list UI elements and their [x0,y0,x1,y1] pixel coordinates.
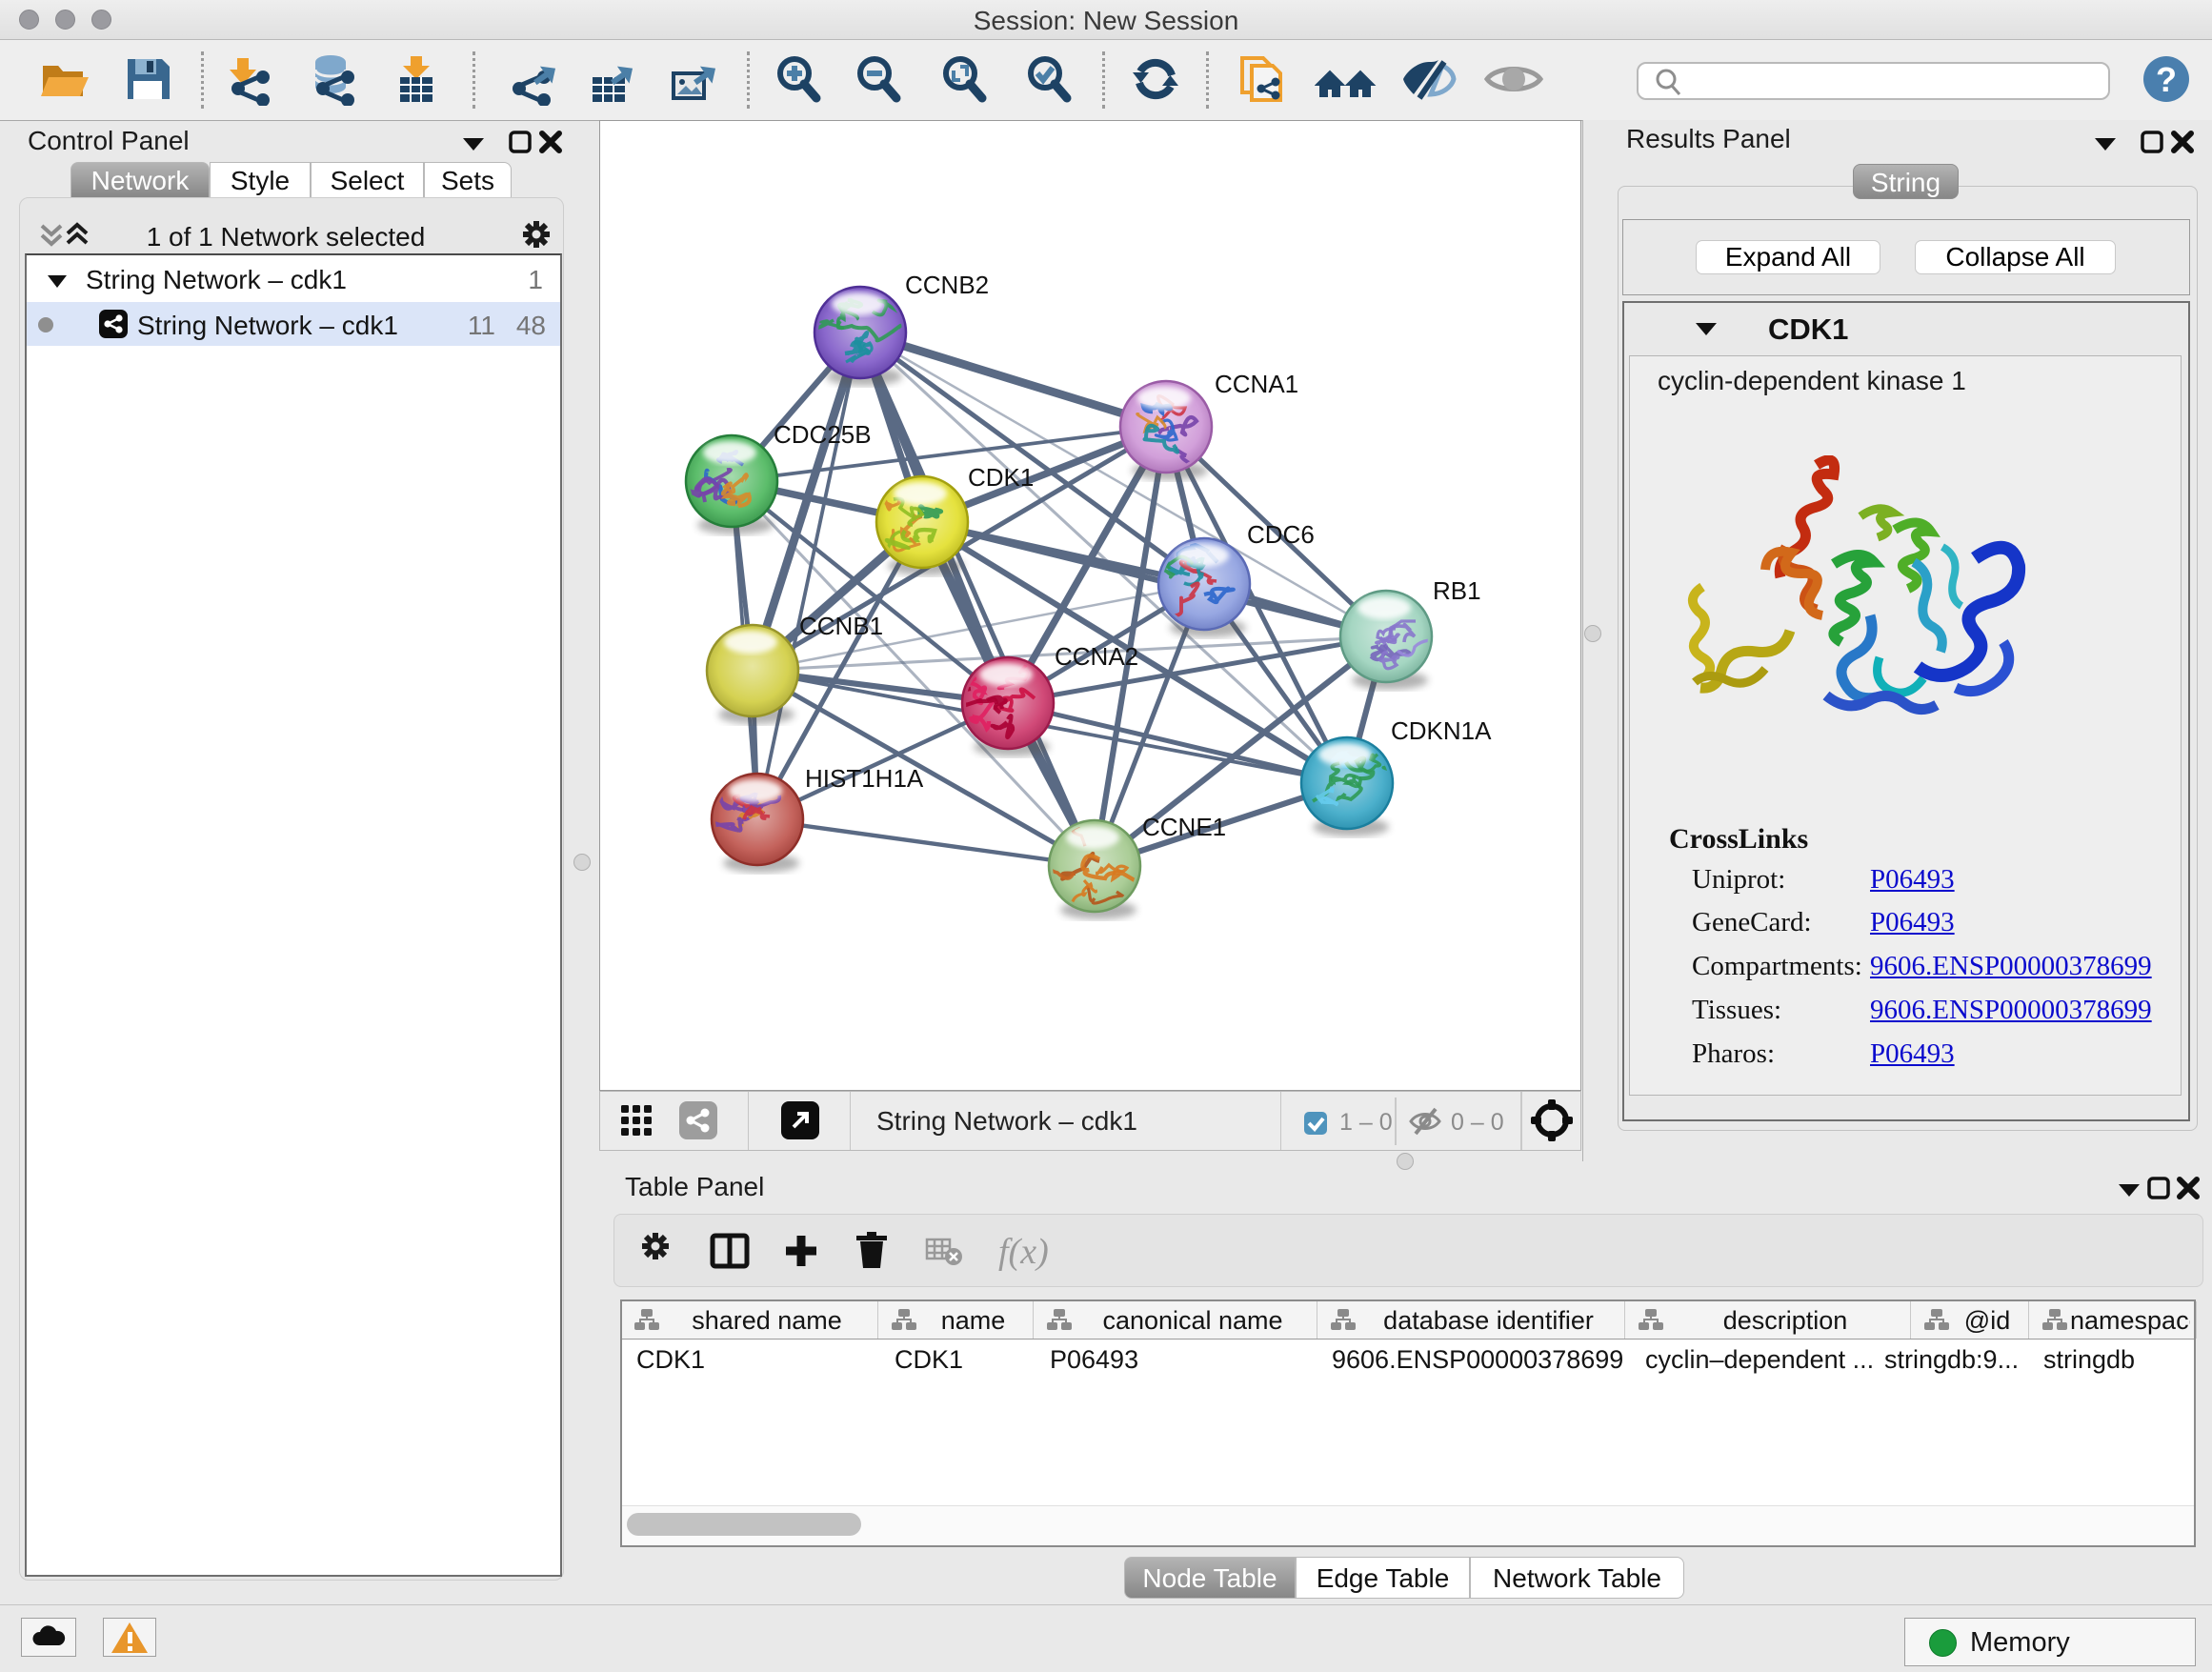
svg-text:CCNB2: CCNB2 [905,271,989,299]
svg-text:RB1: RB1 [1433,576,1481,605]
svg-text:CCNA2: CCNA2 [1055,642,1138,671]
svg-text:CDK1: CDK1 [968,463,1034,492]
svg-text:CDC6: CDC6 [1247,520,1315,549]
svg-text:CCNB1: CCNB1 [799,612,883,640]
svg-text:HIST1H1A: HIST1H1A [805,764,924,793]
svg-text:CCNA1: CCNA1 [1215,370,1298,398]
svg-text:CDC25B: CDC25B [774,420,872,449]
svg-text:?: ? [2156,60,2177,99]
svg-text:CCNE1: CCNE1 [1142,813,1226,841]
svg-text:CDKN1A: CDKN1A [1391,716,1492,745]
